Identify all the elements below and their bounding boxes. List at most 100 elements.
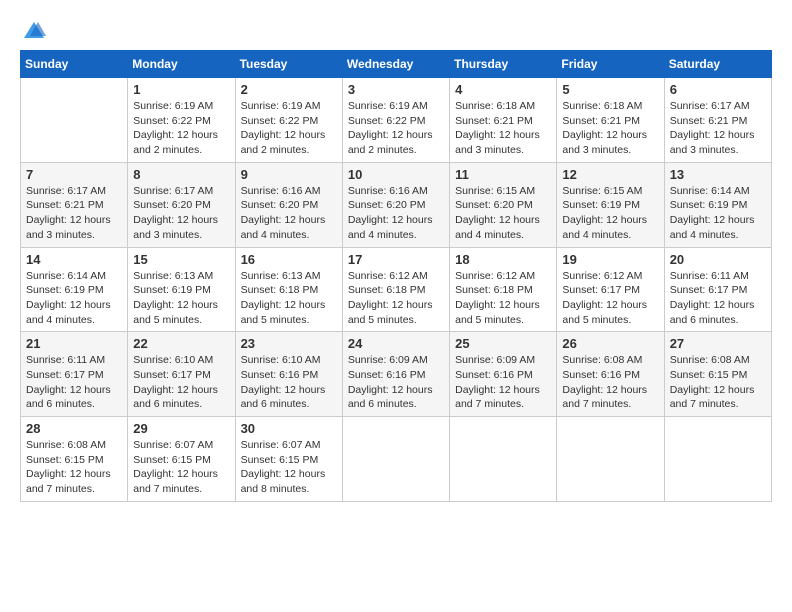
day-number: 17 [348,252,444,267]
cell-info: Sunrise: 6:13 AM Sunset: 6:19 PM Dayligh… [133,269,229,328]
calendar-cell [342,417,449,502]
calendar-table: SundayMondayTuesdayWednesdayThursdayFrid… [20,50,772,502]
day-number: 29 [133,421,229,436]
calendar-cell: 13 Sunrise: 6:14 AM Sunset: 6:19 PM Dayli… [664,162,771,247]
cell-info: Sunrise: 6:15 AM Sunset: 6:19 PM Dayligh… [562,184,658,243]
calendar-cell: 19Sunrise: 6:12 AM Sunset: 6:17 PM Dayli… [557,247,664,332]
calendar-cell: 24 Sunrise: 6:09 AM Sunset: 6:16 PM Dayli… [342,332,449,417]
day-number: 4 [455,82,551,97]
calendar-cell: 5Sunrise: 6:18 AM Sunset: 6:21 PM Daylig… [557,78,664,163]
day-number: 6 [670,82,766,97]
calendar-cell: 12Sunrise: 6:15 AM Sunset: 6:19 PM Dayli… [557,162,664,247]
cell-info: Sunrise: 6:07 AM Sunset: 6:15 PM Dayligh… [241,438,337,497]
day-number: 26 [562,336,658,351]
calendar-cell: 20 Sunrise: 6:11 AM Sunset: 6:17 PM Dayli… [664,247,771,332]
cell-info: Sunrise: 6:11 AM Sunset: 6:17 PM Dayligh… [670,269,766,328]
calendar-cell [450,417,557,502]
calendar-cell: 7 Sunrise: 6:17 AM Sunset: 6:21 PM Daylig… [21,162,128,247]
header-row: SundayMondayTuesdayWednesdayThursdayFrid… [21,51,772,78]
day-number: 28 [26,421,122,436]
cell-info: Sunrise: 6:09 AM Sunset: 6:16 PM Dayligh… [348,353,444,412]
day-number: 5 [562,82,658,97]
calendar-cell: 16Sunrise: 6:13 AM Sunset: 6:18 PM Dayli… [235,247,342,332]
day-number: 23 [241,336,337,351]
cell-info: Sunrise: 6:09 AM Sunset: 6:16 PM Dayligh… [455,353,551,412]
calendar-cell: 26 Sunrise: 6:08 AM Sunset: 6:16 PM Dayli… [557,332,664,417]
calendar-week-row: 1 Sunrise: 6:19 AM Sunset: 6:22 PM Daylig… [21,78,772,163]
weekday-header: Thursday [450,51,557,78]
cell-info: Sunrise: 6:14 AM Sunset: 6:19 PM Dayligh… [670,184,766,243]
calendar-cell: 6 Sunrise: 6:17 AM Sunset: 6:21 PM Daylig… [664,78,771,163]
day-number: 18 [455,252,551,267]
day-number: 3 [348,82,444,97]
cell-info: Sunrise: 6:10 AM Sunset: 6:16 PM Dayligh… [241,353,337,412]
calendar-header: SundayMondayTuesdayWednesdayThursdayFrid… [21,51,772,78]
calendar-cell: 4 Sunrise: 6:18 AM Sunset: 6:21 PM Daylig… [450,78,557,163]
calendar-cell: 29 Sunrise: 6:07 AM Sunset: 6:15 PM Dayli… [128,417,235,502]
day-number: 10 [348,167,444,182]
cell-info: Sunrise: 6:12 AM Sunset: 6:18 PM Dayligh… [348,269,444,328]
calendar-cell: 9 Sunrise: 6:16 AM Sunset: 6:20 PM Daylig… [235,162,342,247]
day-number: 16 [241,252,337,267]
calendar-week-row: 28 Sunrise: 6:08 AM Sunset: 6:15 PM Dayli… [21,417,772,502]
cell-info: Sunrise: 6:12 AM Sunset: 6:18 PM Dayligh… [455,269,551,328]
logo [20,20,48,40]
weekday-header: Wednesday [342,51,449,78]
calendar-cell: 11Sunrise: 6:15 AM Sunset: 6:20 PM Dayli… [450,162,557,247]
calendar-cell: 17 Sunrise: 6:12 AM Sunset: 6:18 PM Dayli… [342,247,449,332]
calendar-cell: 23 Sunrise: 6:10 AM Sunset: 6:16 PM Dayli… [235,332,342,417]
calendar-cell: 1 Sunrise: 6:19 AM Sunset: 6:22 PM Daylig… [128,78,235,163]
weekday-header: Tuesday [235,51,342,78]
day-number: 13 [670,167,766,182]
cell-info: Sunrise: 6:16 AM Sunset: 6:20 PM Dayligh… [348,184,444,243]
cell-info: Sunrise: 6:18 AM Sunset: 6:21 PM Dayligh… [455,99,551,158]
calendar-week-row: 21 Sunrise: 6:11 AM Sunset: 6:17 PM Dayli… [21,332,772,417]
cell-info: Sunrise: 6:17 AM Sunset: 6:21 PM Dayligh… [26,184,122,243]
cell-info: Sunrise: 6:07 AM Sunset: 6:15 PM Dayligh… [133,438,229,497]
weekday-header: Saturday [664,51,771,78]
calendar-cell: 2 Sunrise: 6:19 AM Sunset: 6:22 PM Daylig… [235,78,342,163]
calendar-cell: 10 Sunrise: 6:16 AM Sunset: 6:20 PM Dayli… [342,162,449,247]
calendar-cell: 3Sunrise: 6:19 AM Sunset: 6:22 PM Daylig… [342,78,449,163]
calendar-cell: 30 Sunrise: 6:07 AM Sunset: 6:15 PM Dayli… [235,417,342,502]
calendar-cell: 18 Sunrise: 6:12 AM Sunset: 6:18 PM Dayli… [450,247,557,332]
day-number: 2 [241,82,337,97]
cell-info: Sunrise: 6:08 AM Sunset: 6:15 PM Dayligh… [670,353,766,412]
calendar-cell [664,417,771,502]
day-number: 11 [455,167,551,182]
weekday-header: Sunday [21,51,128,78]
day-number: 8 [133,167,229,182]
day-number: 19 [562,252,658,267]
day-number: 1 [133,82,229,97]
cell-info: Sunrise: 6:08 AM Sunset: 6:16 PM Dayligh… [562,353,658,412]
cell-info: Sunrise: 6:16 AM Sunset: 6:20 PM Dayligh… [241,184,337,243]
day-number: 9 [241,167,337,182]
cell-info: Sunrise: 6:17 AM Sunset: 6:20 PM Dayligh… [133,184,229,243]
cell-info: Sunrise: 6:19 AM Sunset: 6:22 PM Dayligh… [241,99,337,158]
cell-info: Sunrise: 6:17 AM Sunset: 6:21 PM Dayligh… [670,99,766,158]
day-number: 30 [241,421,337,436]
day-number: 27 [670,336,766,351]
day-number: 7 [26,167,122,182]
calendar-cell [21,78,128,163]
page-header [20,20,772,40]
cell-info: Sunrise: 6:19 AM Sunset: 6:22 PM Dayligh… [133,99,229,158]
day-number: 15 [133,252,229,267]
calendar-cell: 22Sunrise: 6:10 AM Sunset: 6:17 PM Dayli… [128,332,235,417]
cell-info: Sunrise: 6:11 AM Sunset: 6:17 PM Dayligh… [26,353,122,412]
day-number: 24 [348,336,444,351]
calendar-cell: 28 Sunrise: 6:08 AM Sunset: 6:15 PM Dayli… [21,417,128,502]
calendar-week-row: 7 Sunrise: 6:17 AM Sunset: 6:21 PM Daylig… [21,162,772,247]
day-number: 22 [133,336,229,351]
calendar-cell: 27 Sunrise: 6:08 AM Sunset: 6:15 PM Dayli… [664,332,771,417]
calendar-cell [557,417,664,502]
logo-icon [22,20,46,40]
day-number: 20 [670,252,766,267]
day-number: 14 [26,252,122,267]
weekday-header: Friday [557,51,664,78]
day-number: 21 [26,336,122,351]
calendar-week-row: 14Sunrise: 6:14 AM Sunset: 6:19 PM Dayli… [21,247,772,332]
cell-info: Sunrise: 6:08 AM Sunset: 6:15 PM Dayligh… [26,438,122,497]
weekday-header: Monday [128,51,235,78]
calendar-cell: 15 Sunrise: 6:13 AM Sunset: 6:19 PM Dayli… [128,247,235,332]
